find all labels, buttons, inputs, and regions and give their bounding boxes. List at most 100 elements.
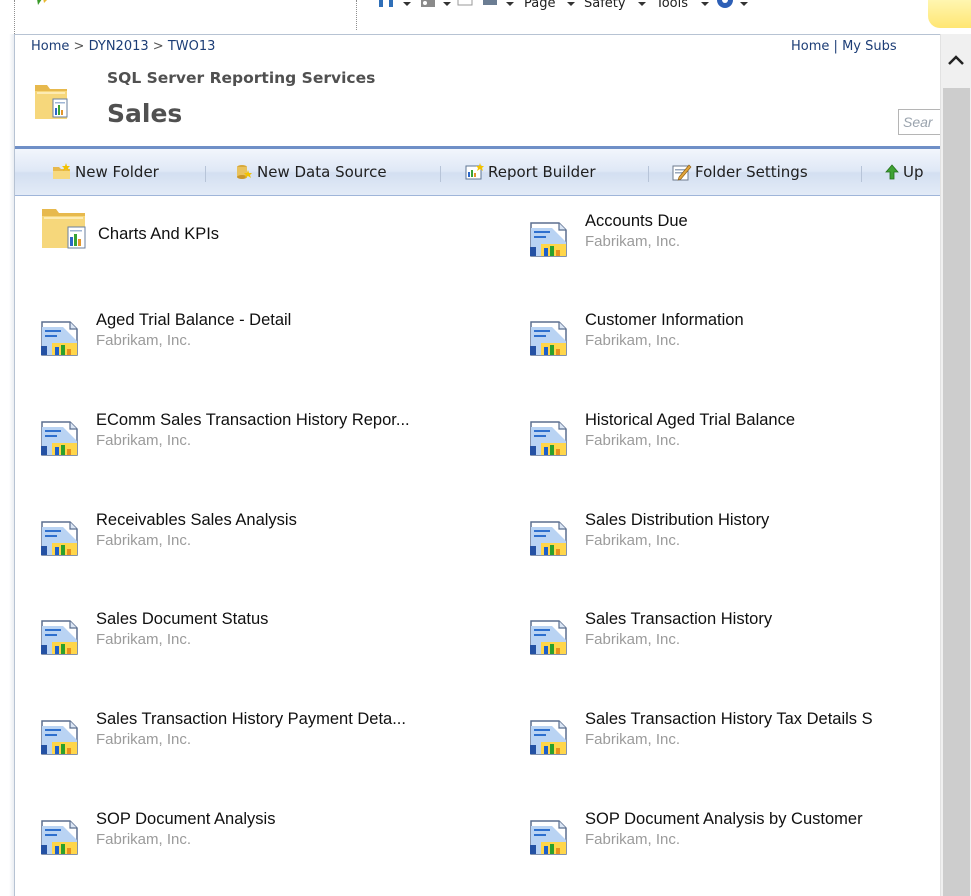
report-icon[interactable] (530, 517, 576, 557)
report-icon[interactable] (530, 317, 576, 357)
print-dropdown-icon[interactable] (506, 2, 514, 6)
list-item[interactable]: Aged Trial Balance - Detail Fabrikam, In… (41, 311, 501, 359)
help-icon[interactable] (716, 0, 734, 9)
folder-toolbar: New Folder New Data Source Report Builde… (15, 146, 940, 196)
report-icon[interactable] (530, 417, 576, 457)
list-item[interactable]: SOP Document Analysis by Customer Fabrik… (530, 810, 940, 858)
breadcrumb-home-link[interactable]: Home (31, 39, 69, 54)
item-description: Fabrikam, Inc. (585, 831, 681, 848)
home-dropdown-icon[interactable] (403, 2, 411, 6)
breadcrumb-separator: > (73, 39, 85, 54)
toolbar-separator (205, 166, 206, 182)
new-data-source-icon (237, 165, 252, 179)
report-icon[interactable] (41, 517, 87, 557)
list-item[interactable]: SOP Document Analysis Fabrikam, Inc. (41, 810, 501, 858)
list-item[interactable]: Sales Transaction History Fabrikam, Inc. (530, 610, 940, 658)
item-description: Fabrikam, Inc. (585, 432, 681, 449)
folder-settings-label: Folder Settings (695, 163, 808, 181)
breadcrumb-server-link[interactable]: DYN2013 (89, 39, 149, 54)
chevron-up-icon (948, 55, 964, 65)
product-name: SQL Server Reporting Services (107, 69, 376, 87)
item-name[interactable]: Charts And KPIs (98, 225, 219, 244)
list-item[interactable]: Customer Information Fabrikam, Inc. (530, 311, 940, 359)
my-subscriptions-link[interactable]: My Subs (842, 39, 897, 54)
top-links-divider: | (833, 39, 838, 54)
toolbar-separator (861, 166, 862, 182)
item-name[interactable]: SOP Document Analysis (96, 810, 275, 829)
search-input[interactable]: Sear (898, 109, 940, 135)
folder-report-icon (35, 85, 68, 119)
list-item[interactable]: Sales Transaction History Payment Deta..… (41, 710, 501, 758)
vertical-scrollbar[interactable] (940, 34, 971, 896)
report-icon[interactable] (530, 716, 576, 756)
item-description: Fabrikam, Inc. (585, 532, 681, 549)
item-name[interactable]: Receivables Sales Analysis (96, 511, 297, 530)
new-data-source-label: New Data Source (257, 163, 387, 181)
list-item[interactable]: Historical Aged Trial Balance Fabrikam, … (530, 411, 940, 459)
item-name[interactable]: Historical Aged Trial Balance (585, 411, 795, 430)
report-icon[interactable] (530, 218, 576, 258)
scroll-thumb[interactable] (943, 88, 970, 896)
list-item[interactable]: Charts And KPIs (41, 209, 501, 260)
feeds-icon[interactable] (419, 0, 437, 9)
item-description: Fabrikam, Inc. (585, 332, 681, 349)
new-folder-label: New Folder (75, 163, 159, 181)
home-link[interactable]: Home (791, 39, 829, 54)
item-name[interactable]: Sales Document Status (96, 610, 268, 629)
list-item[interactable]: Sales Document Status Fabrikam, Inc. (41, 610, 501, 658)
mail-icon[interactable] (456, 0, 474, 9)
tools-dropdown-icon[interactable] (701, 2, 709, 6)
print-icon[interactable] (481, 0, 499, 9)
up-arrow-icon (885, 164, 899, 180)
safety-menu[interactable]: Safety (584, 0, 626, 11)
browser-command-bar: Page Safety Tools (0, 0, 971, 34)
item-description: Fabrikam, Inc. (96, 532, 192, 549)
folder-settings-button[interactable]: Folder Settings (672, 161, 808, 183)
new-data-source-button[interactable]: New Data Source (234, 161, 387, 183)
item-name[interactable]: Sales Transaction History Payment Deta..… (96, 710, 406, 729)
favorites-add-icon[interactable] (34, 0, 52, 9)
list-item[interactable]: Receivables Sales Analysis Fabrikam, Inc… (41, 511, 501, 559)
report-icon[interactable] (41, 816, 87, 856)
scroll-up-button[interactable] (941, 34, 971, 88)
report-icon[interactable] (41, 716, 87, 756)
report-icon[interactable] (41, 417, 87, 457)
new-folder-icon (53, 163, 70, 179)
new-folder-button[interactable]: New Folder (52, 161, 159, 183)
report-icon[interactable] (530, 616, 576, 656)
folder-settings-icon (672, 164, 692, 181)
report-icon[interactable] (41, 317, 87, 357)
up-button[interactable]: Up (884, 161, 924, 183)
item-name[interactable]: Accounts Due (585, 212, 688, 231)
folder-report-icon[interactable] (41, 206, 91, 250)
report-builder-label: Report Builder (488, 163, 596, 181)
item-name[interactable]: Sales Transaction History (585, 610, 772, 629)
item-name[interactable]: Sales Transaction History Tax Details S (585, 710, 873, 729)
item-description: Fabrikam, Inc. (585, 731, 681, 748)
breadcrumb-separator: > (152, 39, 164, 54)
page-dropdown-icon[interactable] (567, 2, 575, 6)
safety-dropdown-icon[interactable] (638, 2, 646, 6)
item-name[interactable]: EComm Sales Transaction History Repor... (96, 411, 410, 430)
toolbar-grip (14, 0, 16, 34)
home-icon[interactable] (377, 0, 395, 9)
list-item[interactable]: Accounts Due Fabrikam, Inc. (530, 212, 940, 260)
report-builder-button[interactable]: Report Builder (465, 161, 596, 183)
tools-menu[interactable]: Tools (656, 0, 688, 11)
breadcrumb-company-link[interactable]: TWO13 (168, 39, 216, 54)
page-menu[interactable]: Page (524, 0, 555, 11)
item-name[interactable]: Sales Distribution History (585, 511, 769, 530)
item-description: Fabrikam, Inc. (96, 831, 192, 848)
toolbar-separator (648, 166, 649, 182)
list-item[interactable]: Sales Transaction History Tax Details S … (530, 710, 940, 758)
list-item[interactable]: Sales Distribution History Fabrikam, Inc… (530, 511, 940, 559)
feeds-dropdown-icon[interactable] (443, 2, 451, 6)
report-icon[interactable] (530, 816, 576, 856)
item-name[interactable]: Aged Trial Balance - Detail (96, 311, 291, 330)
item-name[interactable]: Customer Information (585, 311, 744, 330)
help-dropdown-icon[interactable] (740, 2, 748, 6)
browser-viewport: Page Safety Tools Home > DYN2013 > TWO13… (0, 0, 971, 896)
report-icon[interactable] (41, 616, 87, 656)
item-name[interactable]: SOP Document Analysis by Customer (585, 810, 863, 829)
list-item[interactable]: EComm Sales Transaction History Repor...… (41, 411, 501, 459)
